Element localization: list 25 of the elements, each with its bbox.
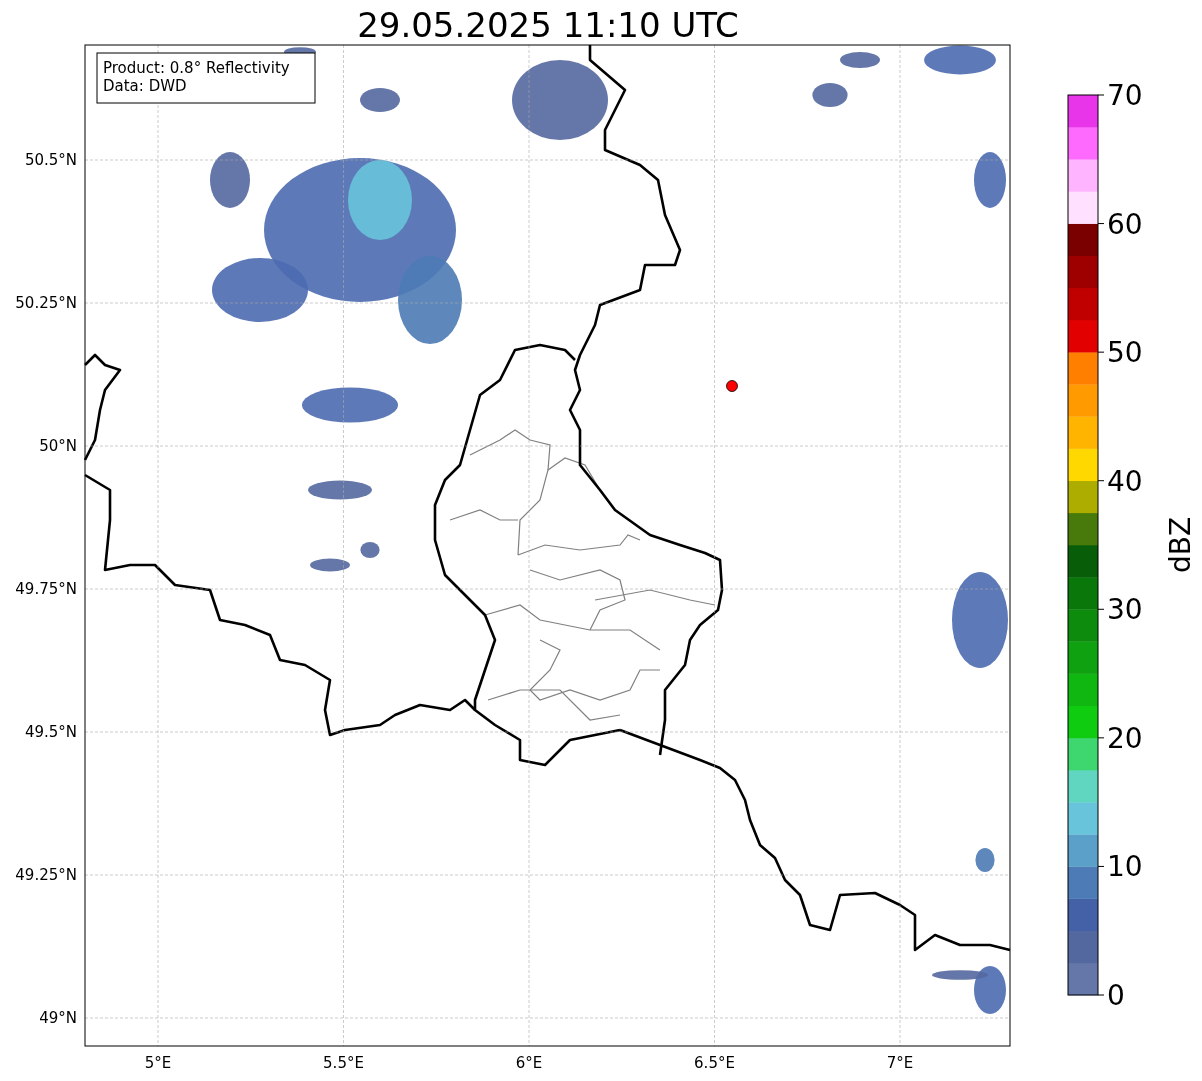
latitude-label: 50.25°N <box>15 294 77 312</box>
location-marker <box>726 380 738 392</box>
latitude-label: 49.25°N <box>15 866 77 884</box>
longitude-label: 5°E <box>144 1054 172 1072</box>
info-text: Data: DWD <box>103 77 187 95</box>
latitude-label: 49.5°N <box>24 723 77 741</box>
colorbar-tick-label: 40 <box>1107 464 1143 498</box>
colorbar-tick-label: 70 <box>1107 79 1143 112</box>
colorbar-label: dBZ <box>1164 516 1197 574</box>
colorbar-tick-label: 20 <box>1107 721 1143 755</box>
longitude-label: 5.5°E <box>323 1054 364 1072</box>
longitude-label: 6°E <box>515 1054 543 1072</box>
longitude-label: 6.5°E <box>694 1054 735 1072</box>
latitude-label: 49°N <box>39 1009 77 1027</box>
colorbar-tick-label: 30 <box>1107 593 1143 627</box>
latitude-label: 49.75°N <box>15 580 77 598</box>
colorbar-tick-label: 50 <box>1107 336 1143 370</box>
colorbar-tick-label: 60 <box>1107 207 1143 241</box>
colorbar-tick-label: 0 <box>1107 979 1125 1012</box>
longitude-label: 7°E <box>886 1054 914 1072</box>
latitude-label: 50°N <box>39 437 77 455</box>
chart-title: 29.05.2025 11:10 UTC <box>357 5 739 45</box>
colorbar-tick-label: 10 <box>1107 850 1143 884</box>
info-text: Product: 0.8° Reflectivity <box>103 59 290 77</box>
latitude-label: 50.5°N <box>24 151 77 169</box>
